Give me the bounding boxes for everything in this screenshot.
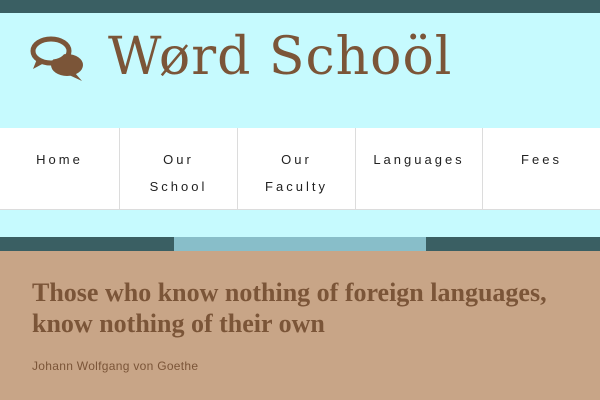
site-header: Wørd Schoöl	[0, 13, 600, 128]
quote-text: Those who know nothing of foreign langua…	[32, 278, 547, 338]
nav-item-label: Languages	[373, 152, 465, 167]
nav-item-our-faculty[interactable]: Our Faculty	[237, 128, 355, 210]
nav-item-our-school[interactable]: Our School	[119, 128, 237, 210]
divider-segment-center	[174, 237, 426, 251]
nav-item-label: Our School	[149, 152, 208, 194]
nav-item-label: Home	[36, 152, 83, 167]
nav-item-label: Our Faculty	[265, 152, 328, 194]
header-band	[0, 210, 600, 237]
main-nav: Home Our School Our Faculty Languages Fe…	[0, 128, 600, 210]
top-bar	[0, 0, 600, 13]
section-divider	[0, 237, 600, 251]
nav-item-fees[interactable]: Fees	[482, 128, 600, 210]
divider-segment-left	[0, 237, 174, 251]
quote-author: Johann Wolfgang von Goethe	[32, 359, 199, 373]
divider-segment-right	[426, 237, 600, 251]
speech-bubbles-icon	[29, 35, 87, 83]
nav-item-languages[interactable]: Languages	[355, 128, 482, 210]
site-title: Wørd Schoöl	[108, 27, 453, 87]
nav-item-label: Fees	[521, 152, 562, 167]
quote-section: Those who know nothing of foreign langua…	[0, 251, 600, 400]
nav-item-home[interactable]: Home	[0, 128, 119, 210]
